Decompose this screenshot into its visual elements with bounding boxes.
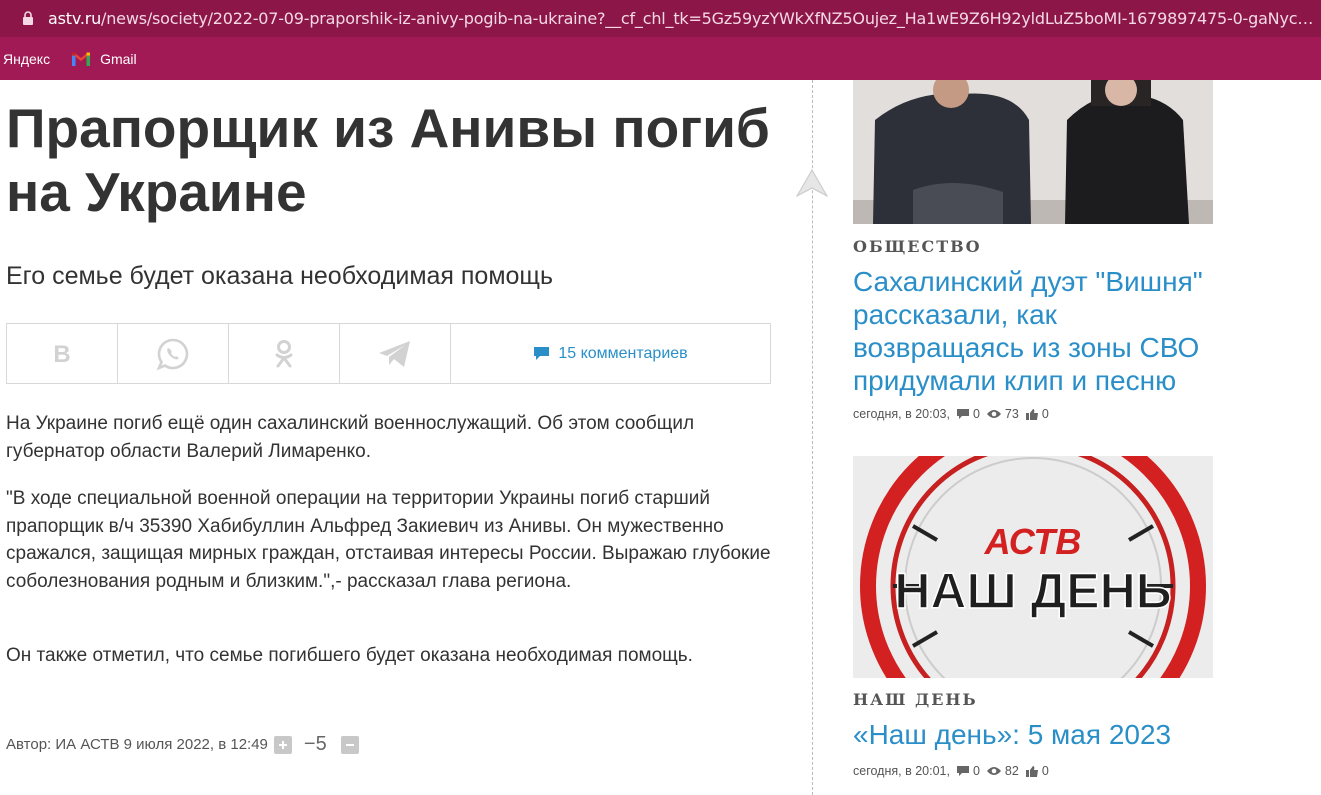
meta-comments: 0 <box>972 764 980 778</box>
sidebar-item-title[interactable]: Сахалинский дуэт "Вишня" рассказали, как… <box>853 265 1223 397</box>
url-path: /news/society/2022-07-09-praporshik-iz-a… <box>101 9 1318 28</box>
bookmark-label: Яндекс <box>3 51 51 67</box>
article-paragraph: На Украине погиб ещё один сахалинский во… <box>6 413 695 462</box>
thumbs-up-icon <box>1025 766 1038 777</box>
odnoklassniki-icon <box>275 339 293 367</box>
sidebar-news-image[interactable]: АСТВ НАШ ДЕНЬ <box>853 456 1213 678</box>
sidebar-item-meta: сегодня, в 20:01, 0 82 0 <box>853 764 1049 778</box>
url-text[interactable]: astv.ru/news/society/2022-07-09-praporsh… <box>48 9 1318 28</box>
bookmark-yandex[interactable]: Яндекс <box>3 51 50 67</box>
sidebar-item-meta: сегодня, в 20:03, 0 73 0 <box>853 407 1049 421</box>
vk-icon: B <box>53 343 70 365</box>
svg-text:B: B <box>53 343 70 365</box>
article-paragraph: Он также отметил, что семье погибшего бу… <box>6 645 693 666</box>
meta-views: 82 <box>1004 764 1019 778</box>
comments-count: 15 комментариев <box>558 344 688 362</box>
article-subtitle: Его семье будет оказана необходимая помо… <box>6 262 554 290</box>
meta-time: сегодня, в 20:03, <box>853 407 950 421</box>
author-text: Автор: ИА АСТВ 9 июля 2022, в 12:49 <box>6 736 268 753</box>
url-host: astv.ru <box>48 9 102 28</box>
share-odnoklassniki-button[interactable] <box>229 324 340 383</box>
share-whatsapp-button[interactable] <box>118 324 229 383</box>
sidebar-item-category: НАШ ДЕНЬ <box>853 690 978 709</box>
address-bar[interactable]: astv.ru/news/society/2022-07-09-praporsh… <box>0 0 1321 37</box>
share-bar: B 15 комментариев <box>6 323 771 384</box>
thumbs-up-icon <box>1025 409 1038 420</box>
news-photo-image <box>853 80 1213 224</box>
vote-down-button[interactable] <box>340 735 359 754</box>
share-vk-button[interactable]: B <box>7 324 118 383</box>
article-rating: −5 <box>303 733 327 755</box>
bookmark-label: Gmail <box>100 51 137 67</box>
whatsapp-icon <box>156 338 189 370</box>
telegram-icon <box>379 340 410 367</box>
browser-chrome: astv.ru/news/society/2022-07-09-praporsh… <box>0 0 1321 80</box>
bookmarks-bar: Яндекс Gmail <box>0 45 159 73</box>
sidebar-news-image[interactable] <box>853 80 1213 224</box>
comments-link[interactable]: 15 комментариев <box>451 324 770 383</box>
eye-icon <box>986 410 1001 418</box>
nash-den-logo-image: АСТВ НАШ ДЕНЬ <box>853 456 1213 678</box>
comment-icon <box>956 766 969 776</box>
article-title: Прапорщик из Анивы погиб на Украине <box>6 97 770 223</box>
meta-likes: 0 <box>1041 764 1049 778</box>
lock-icon <box>23 11 33 25</box>
plus-icon <box>278 740 287 749</box>
meta-comments: 0 <box>972 407 980 421</box>
minus-icon <box>345 743 354 746</box>
author-line: Автор: ИА АСТВ 9 июля 2022, в 12:49 −5 <box>6 733 359 756</box>
bookmark-gmail[interactable]: Gmail <box>72 51 137 67</box>
sidebar-item-title[interactable]: «Наш день»: 5 мая 2023 <box>853 718 1223 751</box>
share-telegram-button[interactable] <box>340 324 451 383</box>
image-show-title: НАШ ДЕНЬ <box>894 563 1171 619</box>
comment-icon <box>534 347 550 360</box>
meta-views: 73 <box>1004 407 1019 421</box>
meta-likes: 0 <box>1041 407 1049 421</box>
sidebar-item-category: ОБЩЕСТВО <box>853 237 982 256</box>
article-paragraph: "В ходе специальной военной операции на … <box>6 488 771 592</box>
eye-icon <box>986 767 1001 775</box>
scroll-up-arrow-icon[interactable] <box>795 168 829 198</box>
meta-time: сегодня, в 20:01, <box>853 764 950 778</box>
comment-icon <box>956 409 969 419</box>
vote-up-button[interactable] <box>273 735 292 754</box>
image-logo-text: АСТВ <box>984 521 1082 562</box>
gmail-icon <box>72 52 91 66</box>
